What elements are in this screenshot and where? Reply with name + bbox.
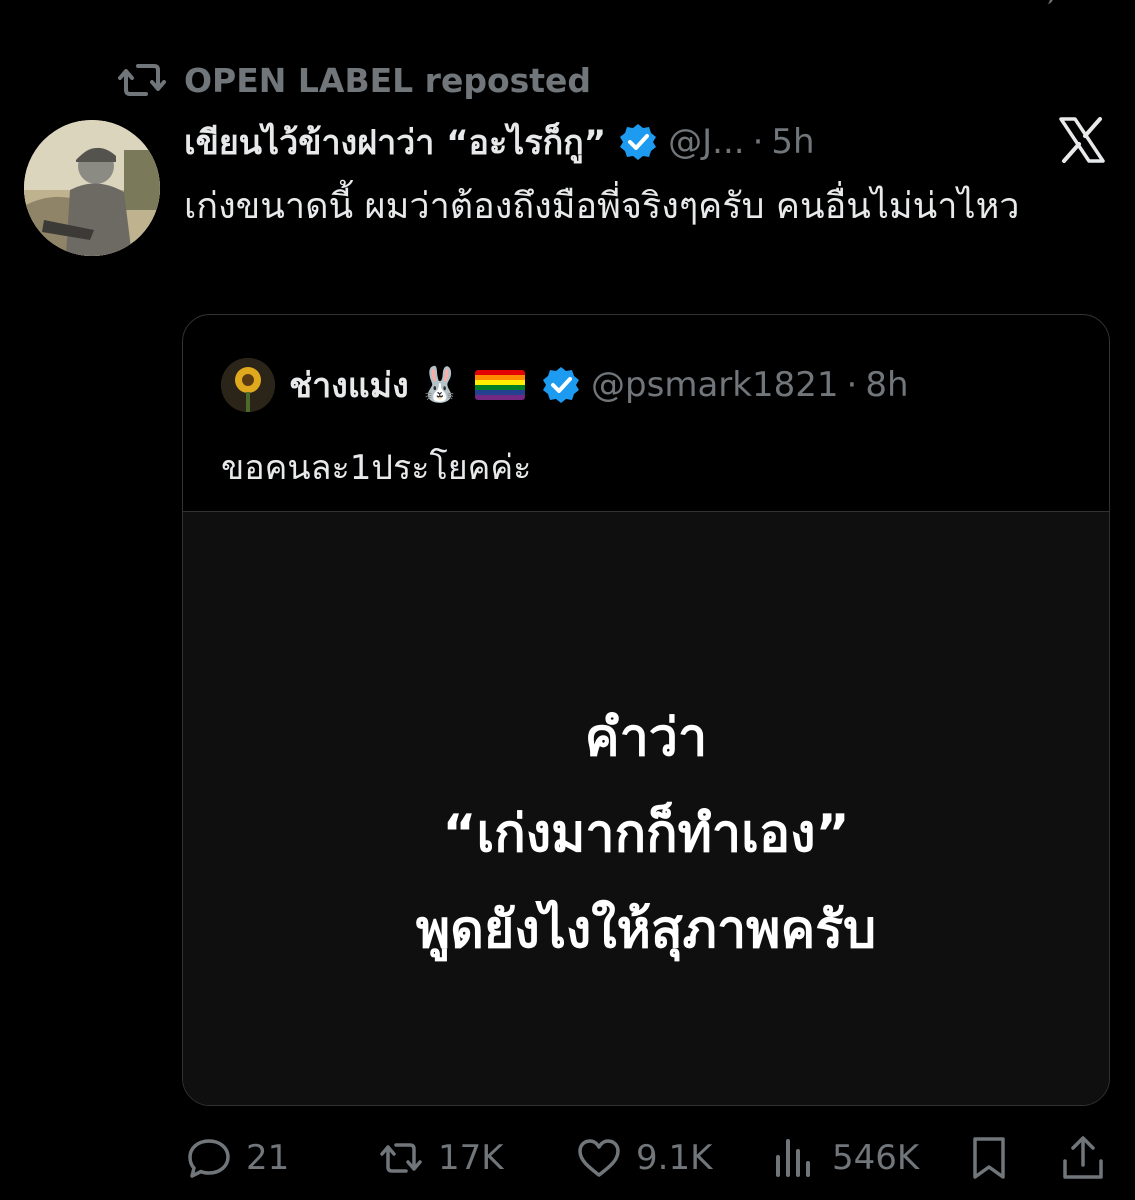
share-icon <box>1063 1136 1103 1179</box>
views-icon <box>776 1139 810 1177</box>
bookmark-button[interactable] <box>966 1128 1012 1188</box>
reply-button[interactable]: 21 <box>186 1128 289 1188</box>
retweet-icon <box>380 1143 422 1173</box>
header-separator: · <box>752 122 764 162</box>
like-count: 9.1K <box>636 1138 713 1178</box>
quoted-header-separator: · <box>846 365 858 405</box>
reply-count: 21 <box>246 1138 290 1178</box>
top-clipped-element <box>1042 0 1053 4</box>
repost-icon <box>118 64 166 96</box>
repost-indicator[interactable]: OPEN LABEL reposted <box>118 58 591 102</box>
author-name[interactable]: เขียนไว้ข้างฝาว่า “อะไรก็กู” <box>184 115 606 169</box>
like-button[interactable]: 9.1K <box>576 1128 712 1188</box>
action-bar: 21 17K 9.1K 546K <box>0 1128 1135 1188</box>
tweet-time[interactable]: 5h <box>771 122 814 162</box>
image-line-2: “เก่งมากก็ทำเอง” <box>442 804 850 864</box>
quoted-author-avatar[interactable] <box>221 358 275 412</box>
reply-icon <box>188 1139 230 1178</box>
avatar-illustration <box>24 120 160 256</box>
image-line-3: พูดยังไงให้สุภาพครับ <box>415 900 877 960</box>
tweet-header: เขียนไว้ข้างฝาว่า “อะไรก็กู” @J... · 5h <box>184 114 1004 170</box>
quoted-tweet-header: ช่างแม่ง 🐰 @psmark1821 · 8h <box>221 355 909 415</box>
like-icon <box>578 1139 620 1177</box>
quoted-author-name[interactable]: ช่างแม่ง <box>289 358 409 412</box>
views-button[interactable]: 546K <box>772 1128 919 1188</box>
views-count: 546K <box>832 1138 920 1178</box>
quoted-author-handle[interactable]: @psmark1821 <box>591 365 838 405</box>
bookmark-icon <box>973 1137 1005 1179</box>
rabbit-emoji-icon: 🐰 <box>418 365 462 405</box>
share-button[interactable] <box>1060 1128 1106 1188</box>
x-logo-icon[interactable] <box>1058 116 1106 164</box>
author-avatar[interactable] <box>24 120 160 256</box>
rainbow-flag-icon <box>475 370 526 400</box>
quoted-tweet[interactable]: ช่างแม่ง 🐰 @psmark1821 · 8h ขอคนละ1ประโย… <box>182 314 1110 1106</box>
quoted-tweet-time[interactable]: 8h <box>865 365 908 405</box>
repost-button[interactable]: 17K <box>378 1128 504 1188</box>
quoted-verified-badge-icon[interactable] <box>541 365 581 405</box>
repost-count: 17K <box>438 1138 504 1178</box>
quoted-tweet-image[interactable]: คำว่า “เก่งมากก็ทำเอง” พูดยังไงให้สุภาพค… <box>183 511 1109 1105</box>
quoted-tweet-body: ขอคนละ1ประโยคค่ะ <box>221 448 532 488</box>
repost-label: OPEN LABEL reposted <box>184 60 592 100</box>
author-handle[interactable]: @J... <box>668 122 744 162</box>
tweet-body: เก่งขนาดนี้ ผมว่าต้องถึงมือพี่จริงๆครับ … <box>184 186 1020 227</box>
sunflower-avatar-icon <box>221 358 275 412</box>
verified-badge-icon[interactable] <box>618 122 658 162</box>
image-caption: คำว่า “เก่งมากก็ทำเอง” พูดยังไงให้สุภาพค… <box>183 690 1109 978</box>
image-line-1: คำว่า <box>584 708 708 768</box>
